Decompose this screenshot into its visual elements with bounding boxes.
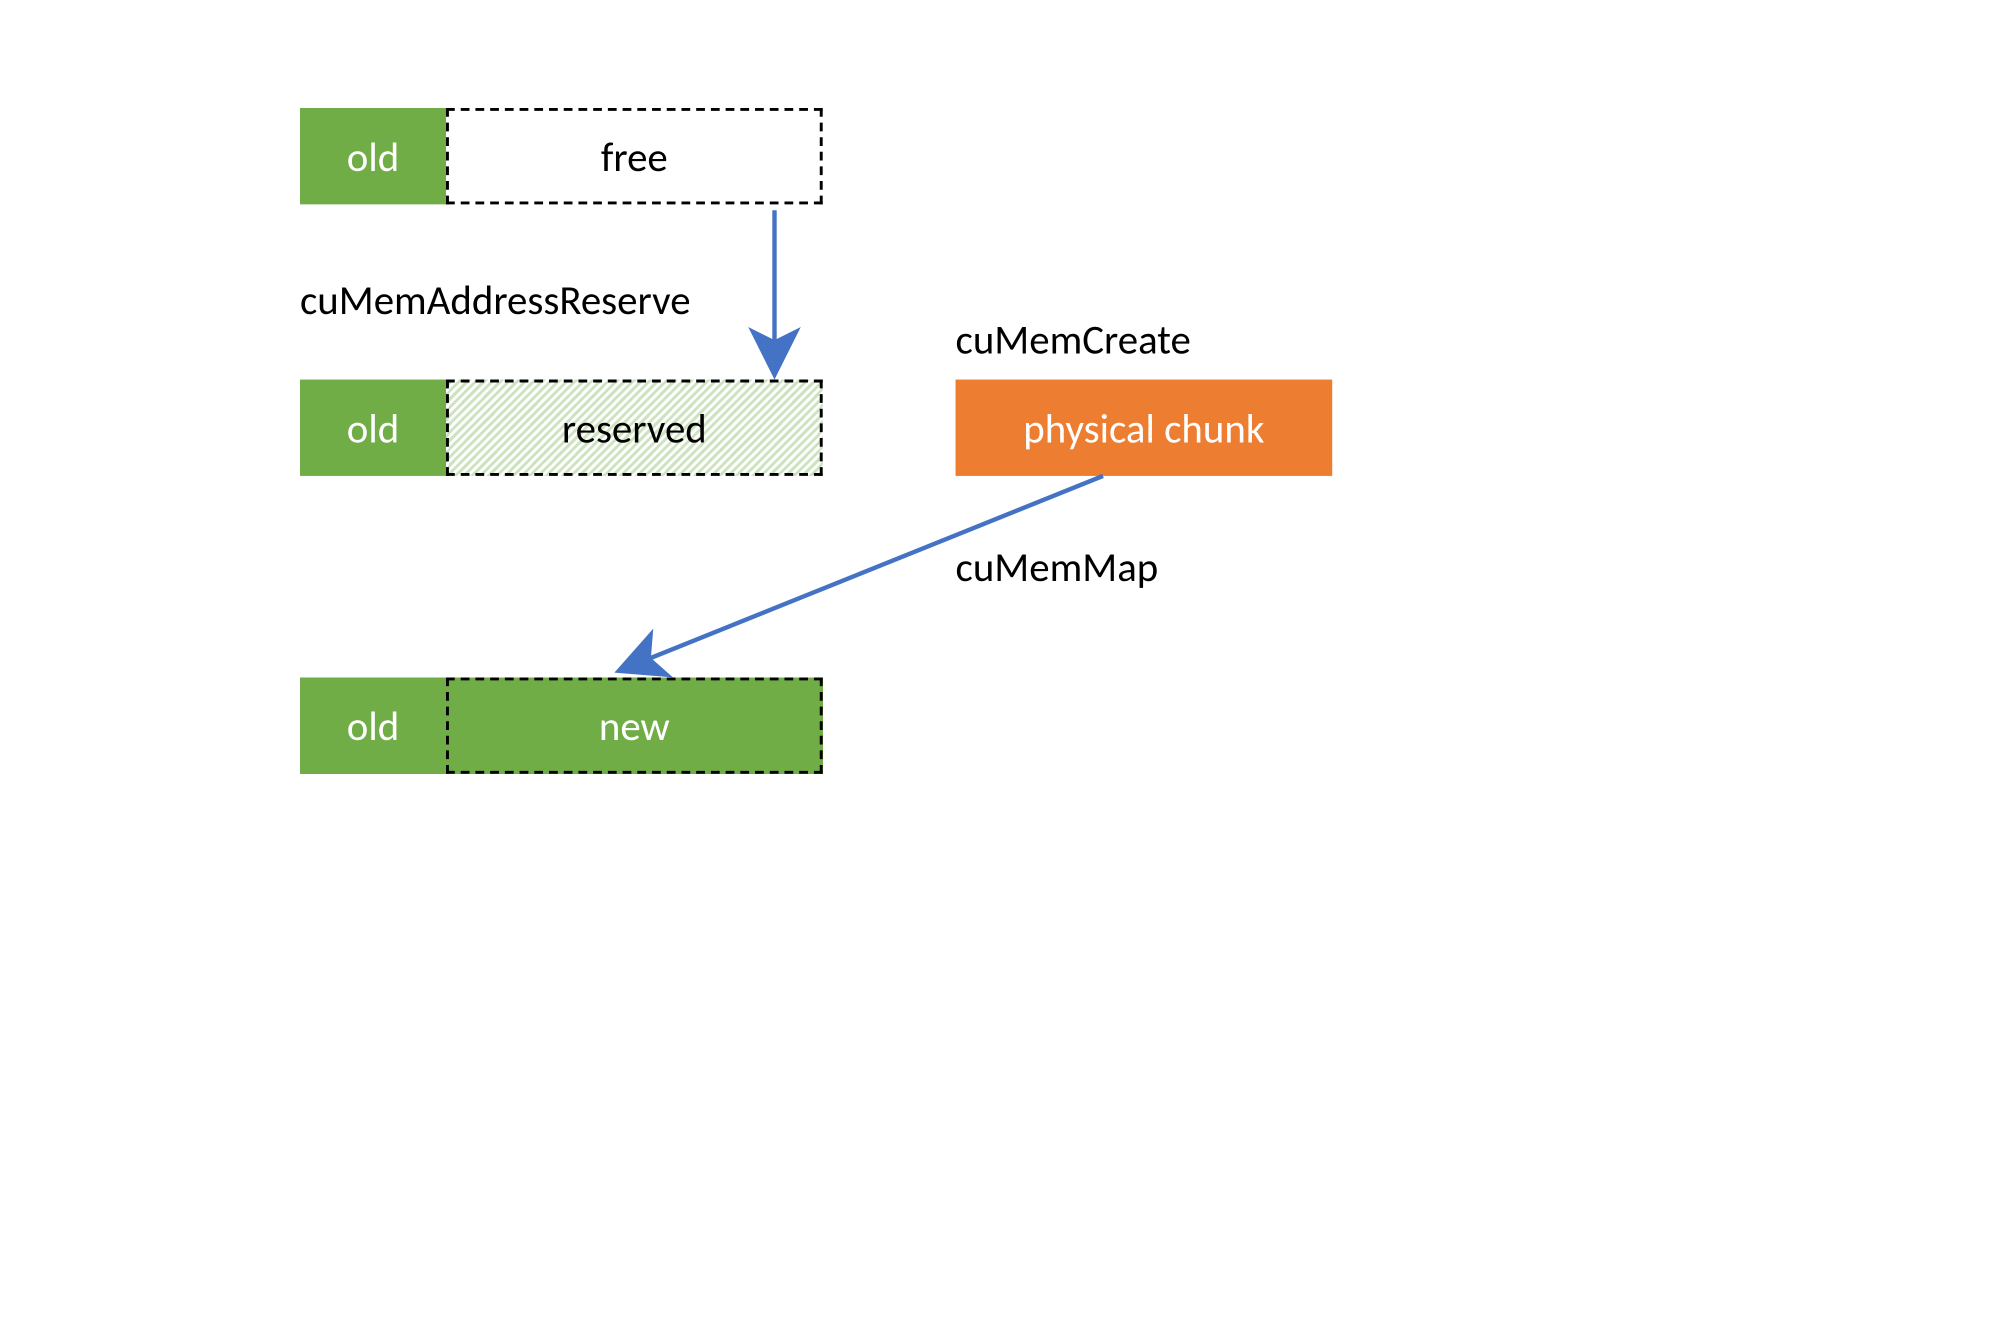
- row3-old-box: old: [300, 677, 446, 773]
- row2-reserved-box: reserved: [446, 380, 823, 476]
- row1-free-box: free: [446, 108, 823, 204]
- row3-new-box: new: [446, 677, 823, 773]
- physical-chunk-box: physical chunk: [956, 380, 1333, 476]
- row2-old-box: old: [300, 380, 446, 476]
- physical-chunk-label: physical chunk: [1023, 402, 1264, 453]
- row1-old-box: old: [300, 108, 446, 204]
- arrow-reserve: [767, 210, 782, 371]
- arrow-map: [621, 476, 1117, 680]
- reserve-label: cuMemAddressReserve: [300, 274, 691, 325]
- row3-old-label: old: [347, 700, 399, 751]
- create-label: cuMemCreate: [956, 314, 1191, 365]
- row3-new-label: new: [599, 700, 670, 751]
- row2-reserved-label: reserved: [562, 402, 707, 453]
- row2-old-label: old: [347, 402, 399, 453]
- row1-free-label: free: [601, 131, 668, 182]
- row1-old-label: old: [347, 131, 399, 182]
